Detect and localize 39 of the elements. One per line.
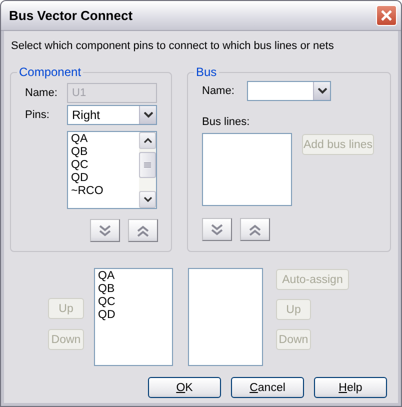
bus-lines-listbox[interactable]: [202, 133, 292, 206]
scroll-up-icon[interactable]: [144, 138, 152, 143]
move-down-button[interactable]: [202, 218, 232, 241]
pins-dropdown[interactable]: Right: [67, 105, 157, 125]
list-item[interactable]: QD: [71, 172, 136, 185]
cancel-button[interactable]: Cancel: [231, 377, 304, 398]
list-item[interactable]: QC: [71, 159, 136, 172]
move-up-button[interactable]: [128, 219, 158, 242]
list-item[interactable]: QA: [71, 133, 136, 146]
group-title: Bus: [195, 65, 218, 79]
move-up-button[interactable]: [240, 218, 270, 241]
scrollbar[interactable]: [139, 132, 156, 208]
name-label: Name:: [202, 85, 236, 97]
scroll-down-icon[interactable]: [144, 197, 152, 202]
help-button[interactable]: Help: [314, 377, 387, 398]
list-item[interactable]: QD: [98, 309, 169, 322]
list-item[interactable]: QA: [98, 270, 169, 283]
window-title: Bus Vector Connect: [9, 8, 133, 23]
pin-order-listbox[interactable]: QA QB QC QD: [94, 268, 173, 366]
ok-button[interactable]: OK: [148, 377, 221, 398]
name-label: Name:: [25, 87, 58, 99]
bus-order-listbox[interactable]: [188, 268, 263, 366]
list-item[interactable]: QC: [98, 296, 169, 309]
double-chevron-down-icon: [98, 224, 112, 236]
list-item[interactable]: QB: [71, 146, 136, 159]
bus-lines-label: Bus lines:: [202, 116, 251, 129]
double-chevron-up-icon: [248, 224, 262, 236]
list-item[interactable]: ~RCO: [71, 185, 136, 198]
move-down-button[interactable]: [90, 219, 120, 242]
double-chevron-down-icon: [210, 224, 224, 236]
close-icon: [380, 9, 393, 22]
pins-listbox[interactable]: QA QB QC QD ~RCO: [67, 131, 157, 209]
pins-label: Pins:: [25, 109, 50, 121]
list-item[interactable]: QB: [98, 283, 169, 296]
double-chevron-up-icon: [136, 224, 150, 236]
instruction-text: Select which component pins to connect to which bus lines or nets: [11, 40, 335, 54]
grip-icon[interactable]: [144, 162, 151, 168]
close-button[interactable]: [376, 5, 397, 26]
group-title: Component: [18, 65, 82, 79]
